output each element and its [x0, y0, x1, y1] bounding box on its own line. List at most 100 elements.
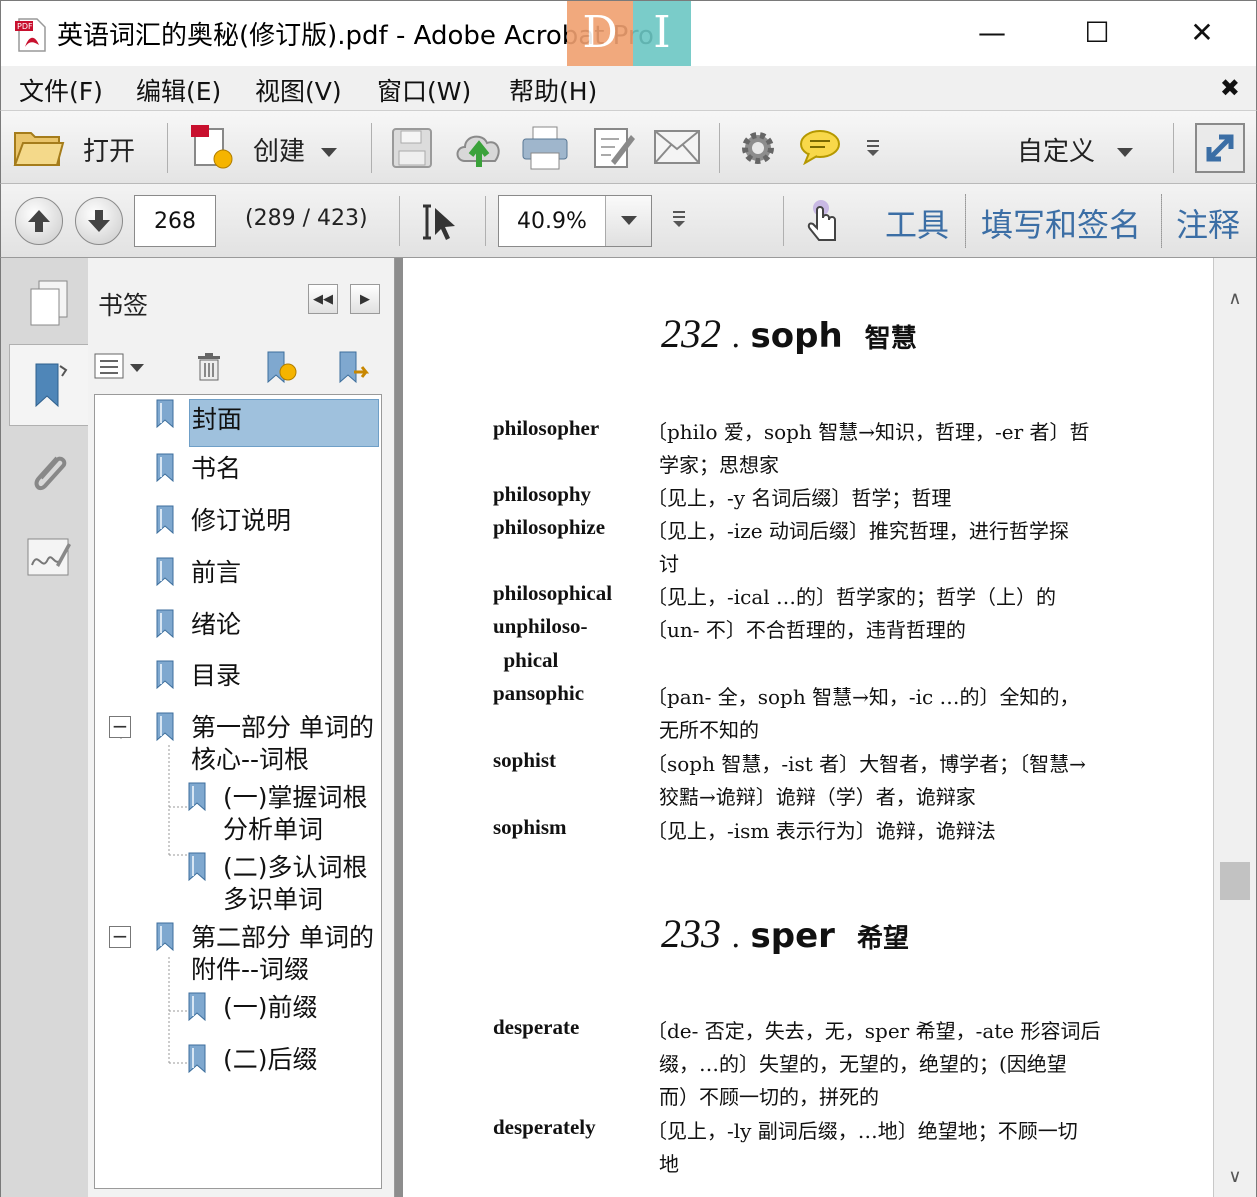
- bookmark-label[interactable]: 绪论: [191, 609, 241, 641]
- zoom-dropdown-icon[interactable]: [605, 196, 651, 246]
- attachments-tab[interactable]: [9, 432, 89, 514]
- bookmark-preface[interactable]: 前言: [155, 557, 241, 589]
- bookmarks-tab[interactable]: [9, 344, 89, 426]
- fill-sign-link[interactable]: 填写和签名: [981, 200, 1141, 246]
- overflow-icon-2[interactable]: [671, 210, 687, 232]
- bookmark-label[interactable]: (二)后缀: [223, 1044, 318, 1076]
- delete-bookmark-icon[interactable]: [196, 352, 222, 386]
- cloud-upload-icon[interactable]: [453, 125, 505, 175]
- menu-edit[interactable]: 编辑(E): [136, 72, 221, 108]
- signatures-tab[interactable]: [9, 516, 89, 598]
- bookmark-prefixes[interactable]: (一)前缀: [187, 992, 318, 1024]
- bookmark-icon: [156, 712, 174, 742]
- hand-tool-icon[interactable]: [805, 198, 841, 246]
- bookmark-master-roots[interactable]: (一)掌握词根 分析单词: [187, 782, 368, 846]
- email-icon[interactable]: [653, 129, 701, 169]
- collapse-part-two-icon[interactable]: −: [109, 926, 131, 948]
- bookmark-icon: [156, 660, 174, 690]
- bookmark-label[interactable]: 前言: [191, 557, 241, 589]
- window-title: 英语词汇的奥秘(修订版).pdf - Adobe Acrobat Pro: [57, 21, 654, 51]
- bookmark-label[interactable]: 封面: [189, 399, 379, 447]
- bookmark-contents[interactable]: 目录: [155, 660, 241, 692]
- bookmark-icon: [156, 557, 174, 587]
- create-dropdown-icon[interactable]: [321, 143, 337, 162]
- bookmark-icon: [156, 453, 174, 483]
- menu-close-icon[interactable]: ✖: [1220, 74, 1240, 102]
- select-tool-icon[interactable]: [421, 202, 461, 246]
- page-count: (289 / 423): [245, 206, 368, 231]
- zoom-select[interactable]: 40.9%: [498, 195, 652, 247]
- bookmark-options-icon[interactable]: [94, 352, 146, 386]
- scroll-up-icon[interactable]: ∧: [1214, 280, 1256, 316]
- bookmark-title-page[interactable]: 书名: [155, 453, 241, 485]
- collapse-part-one-icon[interactable]: −: [109, 716, 131, 738]
- customize-dropdown-icon[interactable]: [1117, 143, 1133, 162]
- bookmark-icon: [156, 505, 174, 535]
- fullscreen-icon[interactable]: [1195, 123, 1245, 177]
- scroll-down-icon[interactable]: ∨: [1214, 1158, 1256, 1194]
- overflow-icon[interactable]: [865, 139, 881, 161]
- comment-link[interactable]: 注释: [1176, 200, 1240, 246]
- bookmark-label: (一)掌握词根 分析单词: [223, 783, 368, 844]
- tools-link[interactable]: 工具: [885, 200, 949, 246]
- navigation-toolbar: 268 (289 / 423) 40.9% 工具 填写和签名 注释: [0, 184, 1257, 258]
- bookmark-introduction[interactable]: 绪论: [155, 609, 241, 641]
- bookmark-label[interactable]: 书名: [191, 453, 241, 485]
- section-heading-232: 232. soph 智慧: [661, 311, 917, 356]
- comment-icon[interactable]: [799, 129, 841, 169]
- print-icon[interactable]: [521, 125, 569, 175]
- scroll-thumb[interactable]: [1220, 862, 1250, 900]
- bookmark-label[interactable]: 修订说明: [191, 505, 291, 537]
- bookmark-icon: [188, 782, 206, 812]
- bookmark-icon: [156, 399, 174, 429]
- gear-icon[interactable]: [739, 129, 777, 171]
- close-button[interactable]: ✕: [1167, 1, 1237, 63]
- expand-panel-button[interactable]: ▶: [350, 284, 380, 314]
- bookmark-label[interactable]: 目录: [191, 660, 241, 692]
- menu-view[interactable]: 视图(V): [255, 72, 342, 108]
- customize-button[interactable]: 自定义: [1017, 131, 1095, 168]
- vertical-scrollbar[interactable]: ∧ ∨: [1213, 258, 1257, 1197]
- bookmarks-title: 书签: [98, 291, 149, 320]
- new-bookmark-icon[interactable]: [264, 350, 298, 388]
- bookmark-label: (二)多认词根 多识单词: [223, 853, 368, 914]
- open-button[interactable]: 打开: [83, 131, 135, 168]
- edit-icon[interactable]: [591, 125, 637, 175]
- menu-window[interactable]: 窗口(W): [377, 72, 471, 108]
- bookmark-label: 第一部分 单词的 核心--词根: [191, 713, 374, 774]
- bookmark-tree: 封面 书名 修订说明 前言 绪论 目录 − 第一部分 单词的 核心--词根 (一…: [94, 394, 382, 1189]
- bookmark-cover[interactable]: 封面: [155, 399, 379, 447]
- bookmarks-panel: 书签 ◀◀ ▶ 封面 书名 修订说明 前言 绪论 目录 − 第一部分 单词的 核…: [88, 258, 395, 1197]
- svg-text:PDF: PDF: [17, 22, 33, 31]
- save-icon[interactable]: [391, 127, 433, 173]
- menu-help[interactable]: 帮助(H): [509, 72, 597, 108]
- zoom-value[interactable]: 40.9%: [499, 196, 605, 246]
- bookmark-part-one[interactable]: 第一部分 单词的 核心--词根: [155, 712, 374, 776]
- maximize-button[interactable]: ☐: [1062, 1, 1132, 63]
- bookmark-label: 第二部分 单词的 附件--词缀: [191, 923, 374, 984]
- panel-splitter[interactable]: [395, 258, 403, 1197]
- menu-bar: 文件(F) 编辑(E) 视图(V) 窗口(W) 帮助(H) ✖: [0, 66, 1257, 110]
- page-thumbnails-tab[interactable]: [9, 262, 89, 344]
- page-number-input[interactable]: 268: [134, 195, 216, 247]
- menu-file[interactable]: 文件(F): [19, 72, 103, 108]
- bookmark-icon: [188, 992, 206, 1022]
- main-toolbar: 打开 创建 自定义: [0, 110, 1257, 184]
- minimize-button[interactable]: —: [957, 1, 1027, 63]
- collapse-panel-button[interactable]: ◀◀: [308, 284, 338, 314]
- move-bookmark-icon[interactable]: [336, 350, 370, 388]
- open-folder-icon[interactable]: [13, 125, 65, 173]
- bookmark-suffixes[interactable]: (二)后缀: [187, 1044, 318, 1076]
- bookmark-icon: [188, 1044, 206, 1074]
- next-page-button[interactable]: [75, 197, 123, 245]
- bookmark-learn-roots[interactable]: (二)多认词根 多识单词: [187, 852, 368, 916]
- create-button[interactable]: 创建: [253, 131, 305, 168]
- bookmark-part-two[interactable]: 第二部分 单词的 附件--词缀: [155, 922, 374, 986]
- bookmark-revision-notes[interactable]: 修订说明: [155, 505, 291, 537]
- bookmark-icon: [156, 922, 174, 952]
- bookmark-label[interactable]: (一)前缀: [223, 992, 318, 1024]
- bookmark-icon: [156, 609, 174, 639]
- previous-page-button[interactable]: [15, 197, 63, 245]
- title-bar: PDF 英语词汇的奥秘(修订版).pdf - Adobe Acrobat Pro…: [0, 0, 1257, 77]
- create-pdf-icon[interactable]: [187, 123, 237, 177]
